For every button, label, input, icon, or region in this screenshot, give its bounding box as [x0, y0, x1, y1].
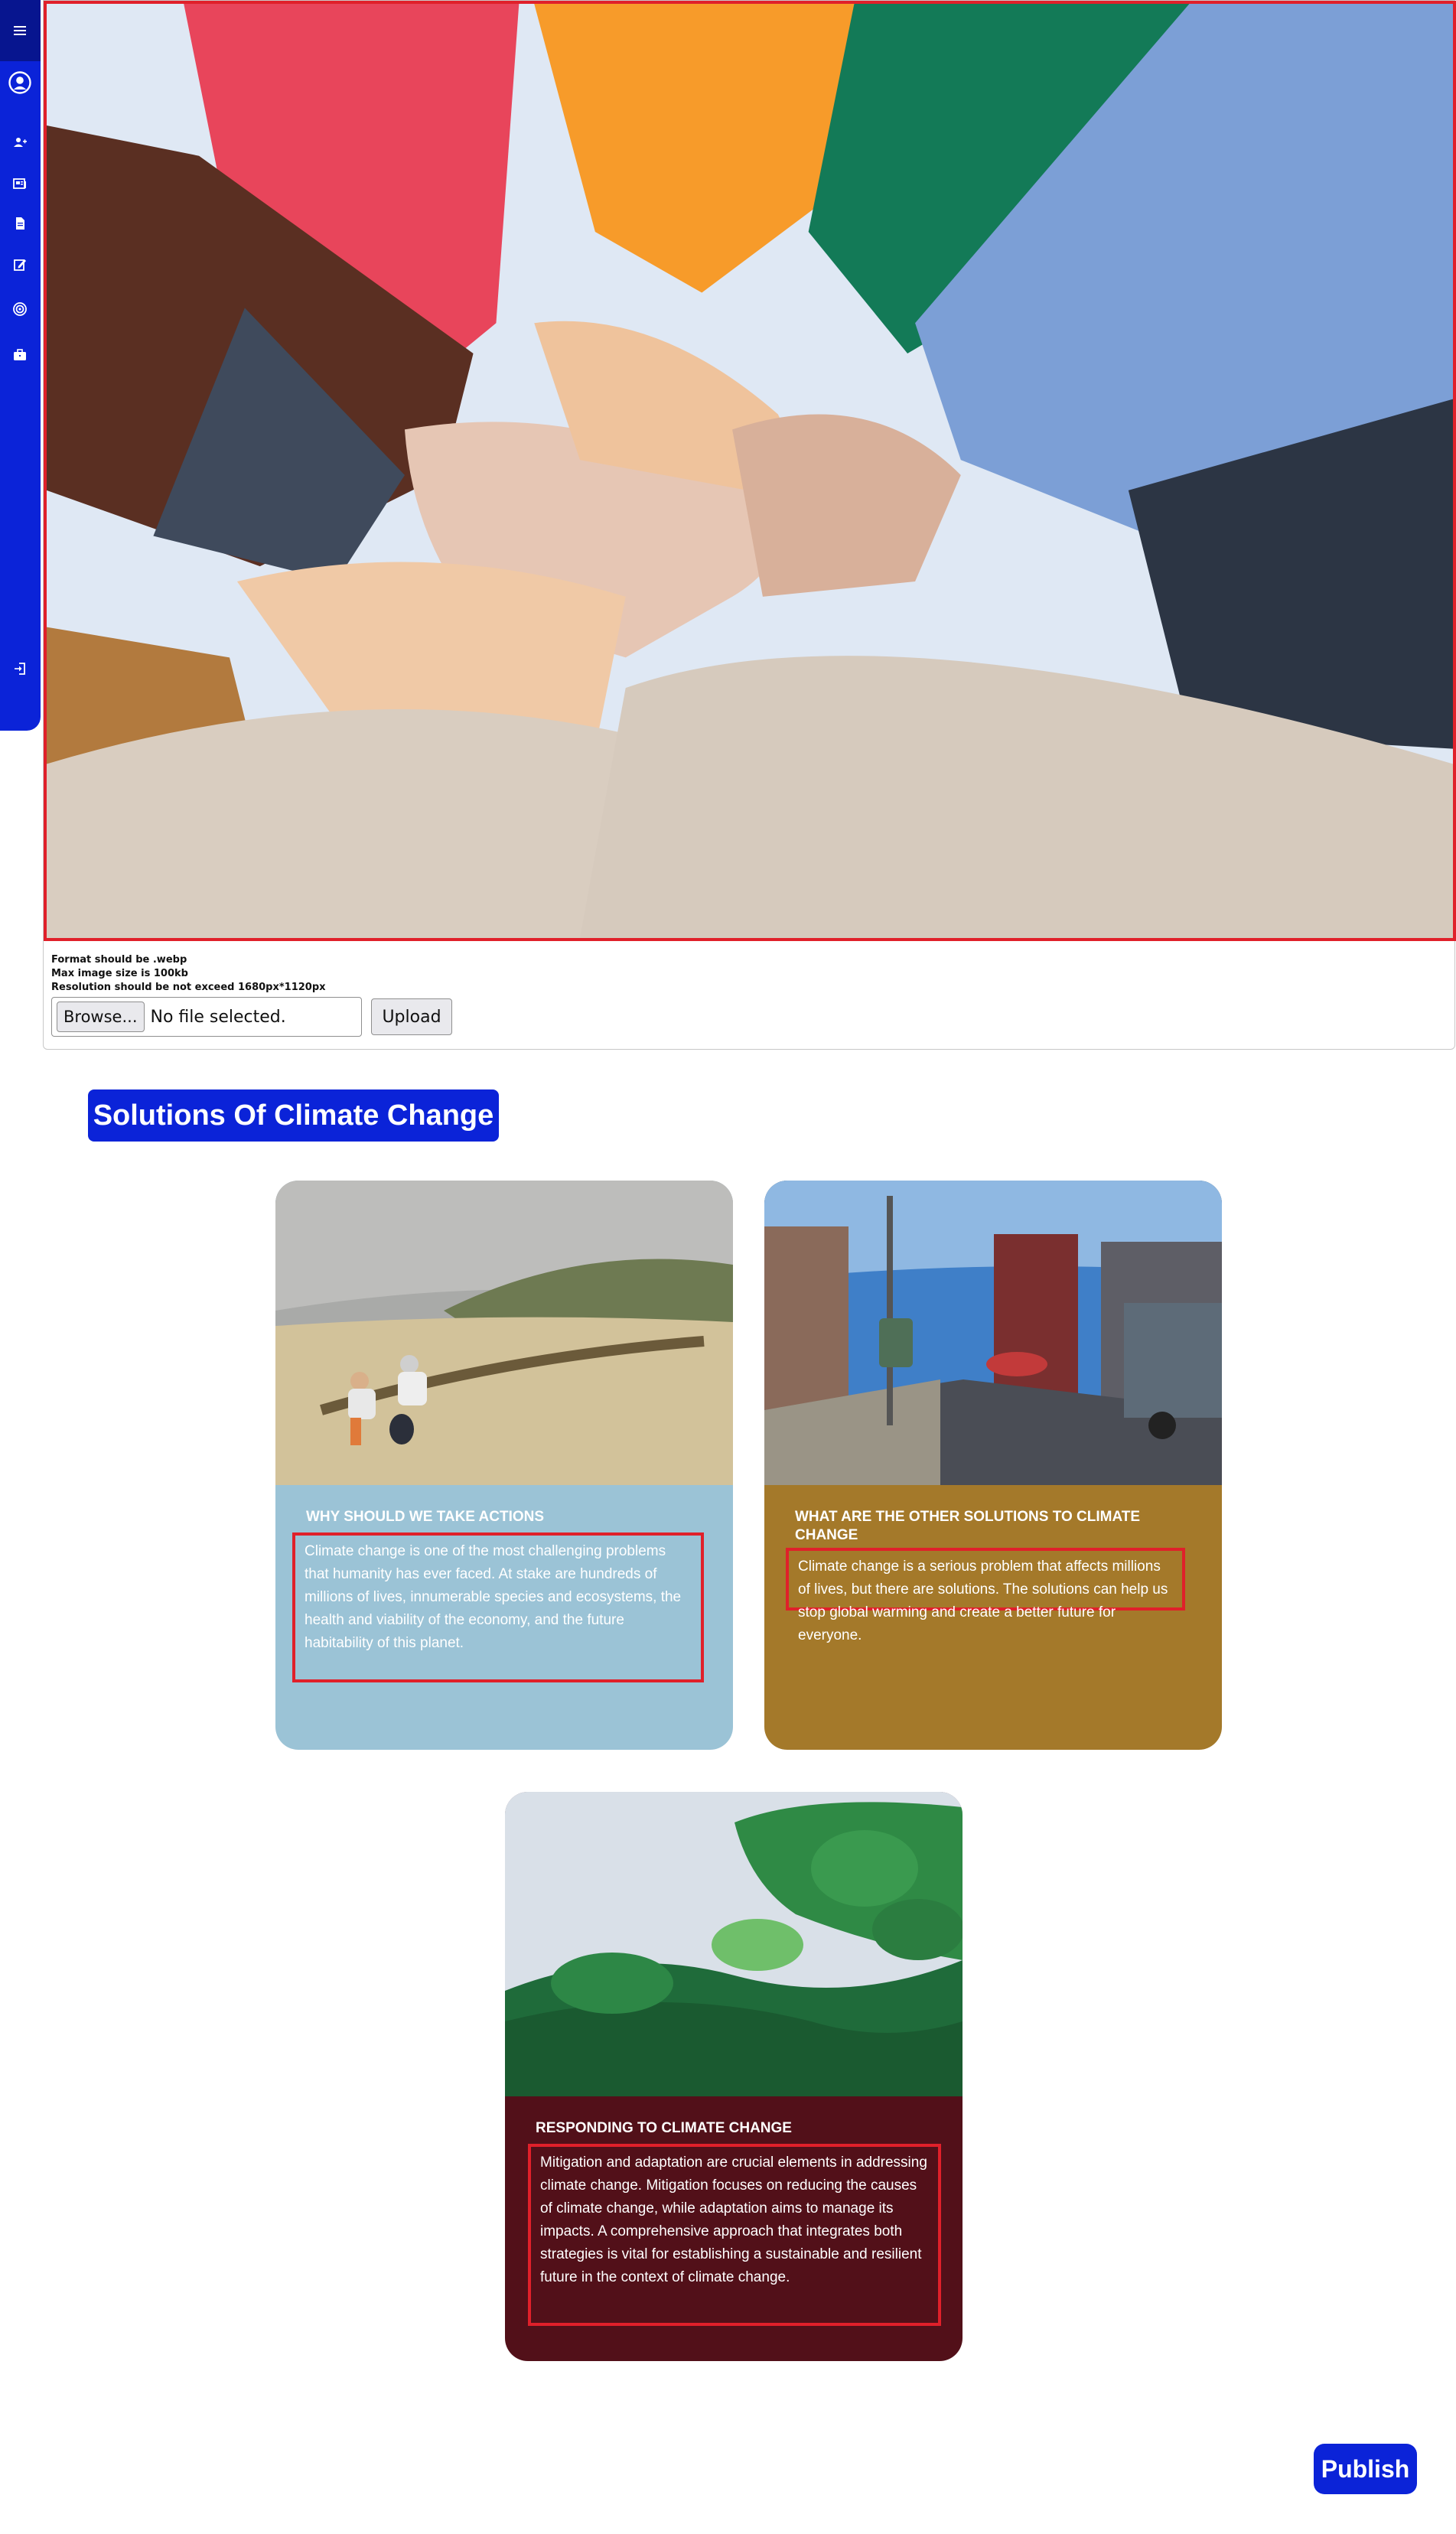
- card-text: Climate change is a serious problem that…: [786, 1548, 1185, 1643]
- browse-button[interactable]: Browse...: [57, 1002, 145, 1032]
- upload-button[interactable]: Upload: [371, 998, 452, 1035]
- card-text: Climate change is one of the most challe…: [292, 1532, 704, 1682]
- document-icon[interactable]: [8, 211, 32, 236]
- card-image-street: [764, 1181, 1222, 1485]
- section-title: Solutions Of Climate Change: [88, 1089, 499, 1142]
- card-title: RESPONDING TO CLIMATE CHANGE: [536, 2120, 792, 2136]
- menu-icon[interactable]: [8, 18, 32, 43]
- sidebar: [0, 0, 41, 731]
- file-input[interactable]: Browse... No file selected.: [51, 997, 362, 1037]
- card-title: WHAT ARE THE OTHER SOLUTIONS TO CLIMATE …: [795, 1509, 1141, 1543]
- hero-image-uploader: Format should be .webp Max image size is…: [43, 0, 1456, 1050]
- target-icon[interactable]: [8, 297, 32, 321]
- file-status: No file selected.: [150, 1007, 286, 1027]
- card-responding: RESPONDING TO CLIMATE CHANGE Mitigation …: [505, 1792, 963, 2361]
- upload-requirement-format: Format should be .webp: [51, 954, 187, 966]
- user-circle-icon[interactable]: [8, 70, 32, 95]
- logout-icon[interactable]: [8, 656, 32, 681]
- edit-icon[interactable]: [8, 252, 32, 277]
- upload-requirement-size: Max image size is 100kb: [51, 968, 188, 979]
- card-title: WHY SHOULD WE TAKE ACTIONS: [306, 1509, 545, 1525]
- briefcase-icon[interactable]: [8, 343, 32, 367]
- card-text: Mitigation and adaptation are crucial el…: [528, 2144, 941, 2326]
- card-image-beach-cleanup: [275, 1181, 733, 1485]
- card-image-leaves: [505, 1792, 963, 2096]
- news-icon[interactable]: [8, 171, 32, 196]
- publish-button[interactable]: Publish: [1314, 2444, 1417, 2494]
- add-user-icon[interactable]: [8, 130, 32, 155]
- card-why-take-actions: WHY SHOULD WE TAKE ACTIONS Climate chang…: [275, 1181, 733, 1750]
- card-other-solutions: WHAT ARE THE OTHER SOLUTIONS TO CLIMATE …: [764, 1181, 1222, 1750]
- upload-requirement-resolution: Resolution should be not exceed 1680px*1…: [51, 982, 326, 993]
- hero-image[interactable]: [44, 1, 1456, 941]
